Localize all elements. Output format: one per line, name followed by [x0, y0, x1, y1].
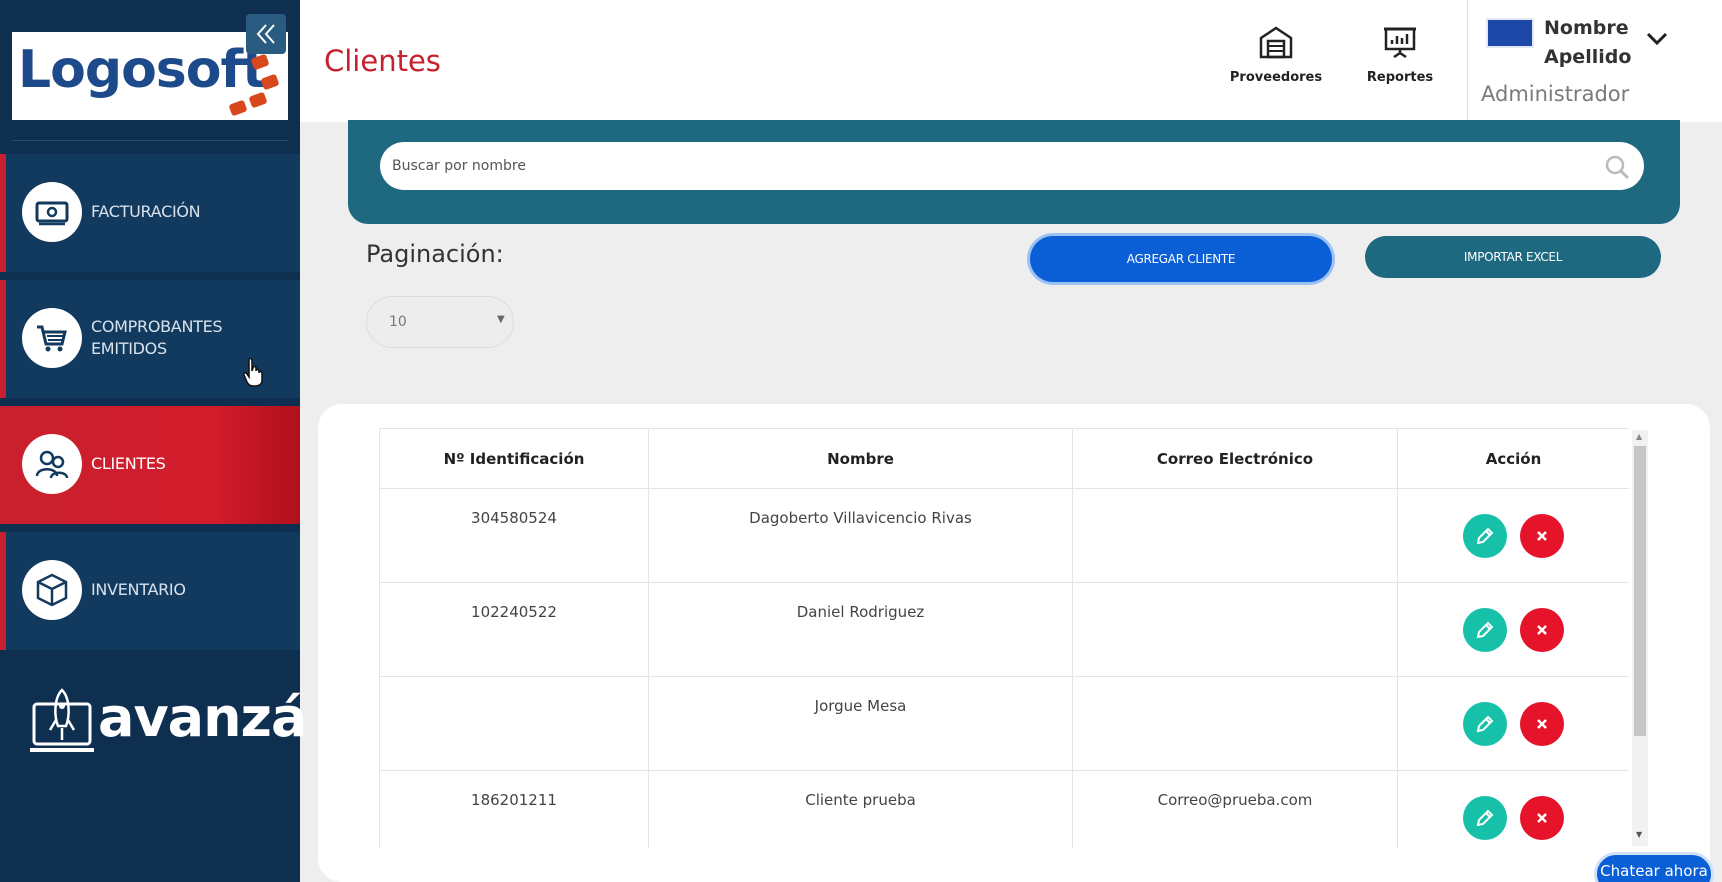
- cell-name: Daniel Rodriguez: [648, 582, 1073, 677]
- cell-email: [1072, 676, 1398, 771]
- table-scrollbar[interactable]: ▲ ▼: [1632, 430, 1648, 846]
- user-first-name: Nombre: [1544, 17, 1629, 39]
- search-input[interactable]: [380, 142, 1644, 190]
- page-size-select[interactable]: 10 ▼: [366, 296, 514, 348]
- dropdown-arrow-icon: ▼: [497, 314, 505, 325]
- cell-id: [379, 676, 649, 771]
- cell-actions: [1397, 770, 1629, 848]
- table-row: Jorgue Mesa: [379, 676, 1629, 771]
- cell-email: Correo@prueba.com: [1072, 770, 1398, 848]
- column-header[interactable]: Nº Identificación: [379, 428, 649, 489]
- box-icon: [22, 560, 82, 620]
- edit-button[interactable]: [1463, 795, 1508, 840]
- avatar: [1486, 18, 1534, 48]
- logo-text: Logosoft: [18, 40, 267, 100]
- scroll-down-arrow-icon[interactable]: ▼: [1636, 830, 1642, 839]
- cell-actions: [1397, 488, 1629, 583]
- sidebar-item-clientes[interactable]: CLIENTES: [0, 406, 300, 524]
- collapse-sidebar-button[interactable]: [246, 14, 286, 54]
- cell-email: [1072, 582, 1398, 677]
- cell-id: 304580524: [379, 488, 649, 583]
- cell-name: Jorgue Mesa: [648, 676, 1073, 771]
- mouse-pointer-icon: [243, 358, 263, 387]
- sidebar-item-label: CLIENTES: [91, 454, 166, 473]
- scroll-up-arrow-icon[interactable]: ▲: [1636, 432, 1642, 441]
- clients-table: Nº Identificación Nombre Correo Electrón…: [379, 428, 1629, 848]
- column-header: Acción: [1397, 428, 1629, 489]
- proveedores-button[interactable]: Proveedores: [1226, 24, 1326, 104]
- sidebar-item-inventario[interactable]: INVENTARIO: [0, 532, 300, 650]
- brand-text: avanzá: [98, 686, 307, 749]
- cell-actions: [1397, 676, 1629, 771]
- cell-email: [1072, 488, 1398, 583]
- column-header[interactable]: Nombre: [648, 428, 1073, 489]
- close-icon: [1537, 624, 1547, 635]
- add-client-button[interactable]: AGREGAR CLIENTE: [1030, 236, 1332, 282]
- cell-actions: [1397, 582, 1629, 677]
- money-icon: [22, 182, 82, 242]
- app-root: Logosoft FACTURACIÓN COMPROBANTES EMITID…: [0, 0, 1722, 882]
- sidebar-item-label: FACTURACIÓN: [91, 202, 201, 221]
- delete-button[interactable]: [1519, 795, 1564, 840]
- user-role: Administrador: [1481, 82, 1630, 106]
- sidebar-item-facturacion[interactable]: FACTURACIÓN: [0, 154, 300, 272]
- user-name[interactable]: Nombre Apellido: [1544, 14, 1631, 72]
- top-header: Clientes Proveedores Reportes Nombre Ape…: [300, 0, 1722, 122]
- table-header-row: Nº Identificación Nombre Correo Electrón…: [379, 428, 1629, 489]
- cell-name: Cliente prueba: [648, 770, 1073, 848]
- delete-button[interactable]: [1519, 607, 1564, 652]
- cart-icon: [22, 308, 82, 368]
- pencil-icon: [1476, 527, 1494, 544]
- cell-name: Dagoberto Villavicencio Rivas: [648, 488, 1073, 583]
- reportes-label: Reportes: [1366, 70, 1434, 85]
- sidebar-item-label: COMPROBANTES EMITIDOS: [91, 317, 223, 358]
- user-last-name: Apellido: [1544, 46, 1632, 68]
- warehouse-icon: [1259, 26, 1293, 59]
- page-title: Clientes: [324, 44, 441, 78]
- edit-button[interactable]: [1463, 607, 1508, 652]
- cell-id: 186201211: [379, 770, 649, 848]
- pencil-icon: [1476, 621, 1494, 638]
- close-icon: [1537, 530, 1547, 541]
- laptop-rocket-icon: [30, 688, 94, 752]
- presentation-chart-icon: [1384, 27, 1416, 59]
- double-chevron-left-icon: [256, 24, 275, 44]
- header-divider: [1467, 0, 1468, 122]
- table-row: 186201211 Cliente prueba Correo@prueba.c…: [379, 770, 1629, 848]
- edit-button[interactable]: [1463, 701, 1508, 746]
- pencil-icon: [1476, 809, 1494, 826]
- cell-id: 102240522: [379, 582, 649, 677]
- reportes-button[interactable]: Reportes: [1350, 24, 1450, 104]
- table-row: 102240522 Daniel Rodriguez: [379, 582, 1629, 677]
- close-icon: [1537, 718, 1547, 729]
- scroll-thumb[interactable]: [1634, 446, 1646, 736]
- table-row: 304580524 Dagoberto Villavicencio Rivas: [379, 488, 1629, 583]
- edit-button[interactable]: [1463, 513, 1508, 558]
- column-header[interactable]: Correo Electrónico: [1072, 428, 1398, 489]
- pencil-icon: [1476, 715, 1494, 732]
- delete-button[interactable]: [1519, 513, 1564, 558]
- brand-logo: avanzá: [28, 686, 307, 766]
- page-size-value: 10: [389, 314, 407, 330]
- sidebar-divider: [12, 140, 288, 141]
- chevron-down-icon[interactable]: [1646, 32, 1668, 46]
- sidebar-item-label: INVENTARIO: [91, 580, 186, 599]
- clients-table-container: Nº Identificación Nombre Correo Electrón…: [379, 428, 1629, 848]
- import-excel-button[interactable]: IMPORTAR EXCEL: [1365, 236, 1661, 278]
- delete-button[interactable]: [1519, 701, 1564, 746]
- pagination-label: Paginación:: [366, 240, 504, 268]
- users-icon: [22, 434, 82, 494]
- close-icon: [1537, 812, 1547, 823]
- logo-dot: [228, 99, 248, 117]
- proveedores-label: Proveedores: [1229, 70, 1323, 85]
- search-icon[interactable]: [1604, 154, 1630, 180]
- search-panel: [348, 120, 1680, 224]
- sidebar: Logosoft FACTURACIÓN COMPROBANTES EMITID…: [0, 0, 307, 882]
- chat-now-button[interactable]: Chatear ahora: [1594, 852, 1714, 882]
